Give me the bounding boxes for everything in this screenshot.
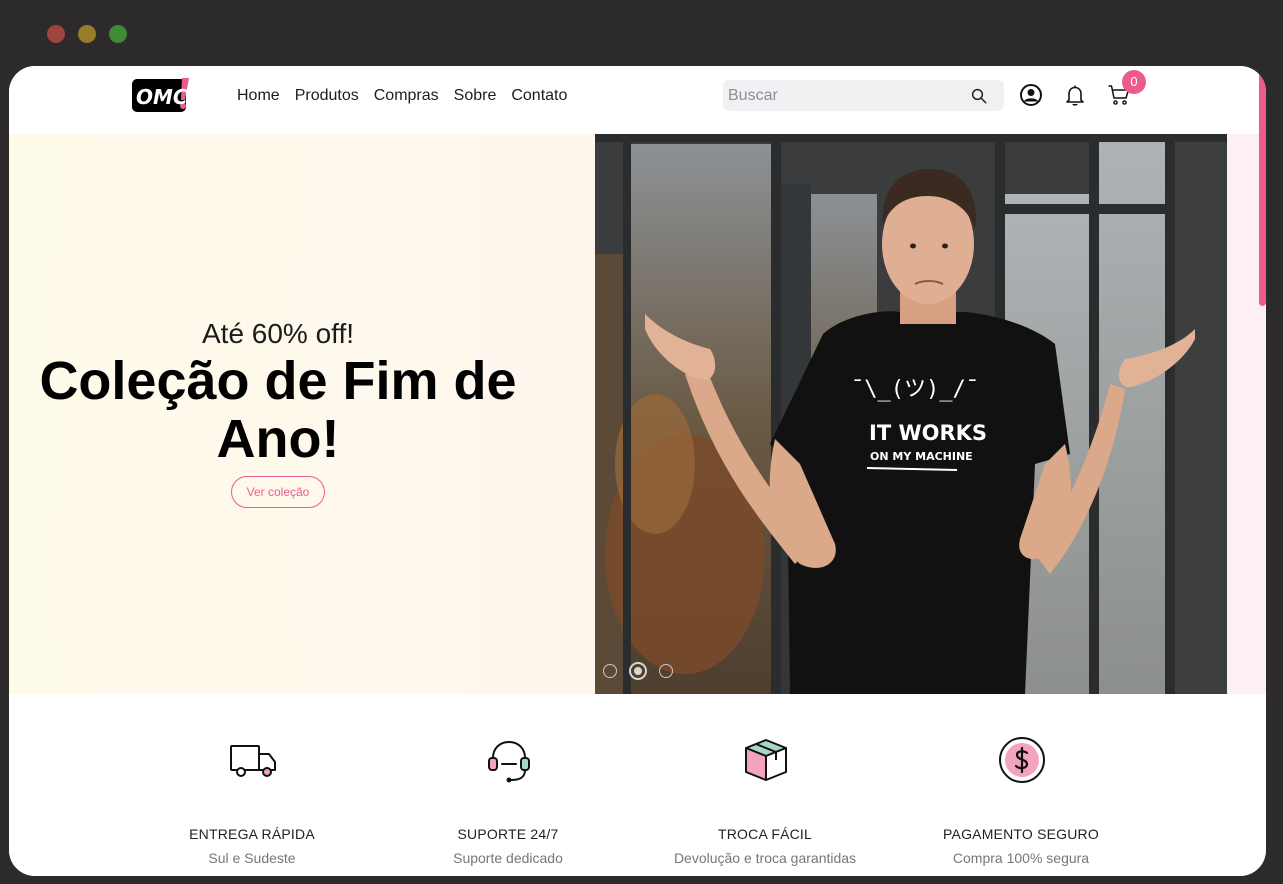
scrollbar-thumb[interactable]: [1259, 66, 1266, 306]
feature-title: SUPORTE 24/7: [457, 826, 559, 842]
feature-title: TROCA FÁCIL: [718, 826, 812, 842]
hero-text-block: Até 60% off! Coleção de Fim de Ano! Ver …: [9, 318, 547, 508]
feature-subtitle: Sul e Sudeste: [208, 850, 296, 866]
maximize-window-button[interactable]: [109, 25, 127, 43]
carousel-dot-1[interactable]: [603, 664, 617, 678]
hero-title: Coleção de Fim de Ano!: [39, 351, 517, 469]
window-controls: [47, 25, 127, 43]
nav-sobre[interactable]: Sobre: [454, 86, 497, 106]
svg-text:¯\_(ツ)_/¯: ¯\_(ツ)_/¯: [851, 377, 979, 402]
brand-logo[interactable]: OMC: [132, 78, 190, 112]
svg-text:ON MY MACHINE: ON MY MACHINE: [870, 450, 973, 463]
nav-home[interactable]: Home: [237, 86, 280, 106]
hero-image: ¯\_(ツ)_/¯ IT WORKS ON MY MACHINE: [595, 134, 1227, 694]
search-icon[interactable]: [970, 87, 988, 105]
page-viewport: OMC Home Produtos Compras Sobre Contato: [9, 66, 1266, 876]
browser-window: OMC Home Produtos Compras Sobre Contato: [0, 0, 1283, 884]
nav-compras[interactable]: Compras: [374, 86, 439, 106]
search-input[interactable]: [723, 80, 963, 111]
cart-count-badge: 0: [1122, 70, 1146, 94]
search-bar: [723, 80, 1004, 111]
dollar-coin-icon: [999, 737, 1045, 783]
box-icon: [745, 739, 787, 781]
close-window-button[interactable]: [47, 25, 65, 43]
nav-contato[interactable]: Contato: [511, 86, 567, 106]
feature-title: ENTREGA RÁPIDA: [189, 826, 315, 842]
user-circle-icon[interactable]: [1019, 83, 1043, 107]
nav-produtos[interactable]: Produtos: [295, 86, 359, 106]
minimize-window-button[interactable]: [78, 25, 96, 43]
main-navigation: Home Produtos Compras Sobre Contato: [237, 86, 567, 106]
svg-text:OMC: OMC: [136, 85, 188, 109]
headset-icon: [488, 740, 530, 783]
omc-logo-icon: OMC: [132, 78, 189, 112]
view-collection-button[interactable]: Ver coleção: [230, 476, 326, 508]
features-section: ENTREGA RÁPIDA Sul e Sudeste SUPORTE 24/…: [9, 694, 1266, 876]
hero-subtitle: Até 60% off!: [201, 318, 355, 349]
model-photo: ¯\_(ツ)_/¯ IT WORKS ON MY MACHINE: [595, 134, 1227, 694]
feature-title: PAGAMENTO SEGURO: [943, 826, 1099, 842]
feature-subtitle: Compra 100% segura: [952, 850, 1090, 866]
feature-subtitle: Suporte dedicado: [453, 850, 563, 866]
truck-icon: [230, 745, 276, 777]
site-header: OMC Home Produtos Compras Sobre Contato: [9, 66, 1266, 134]
bell-icon[interactable]: [1063, 83, 1087, 107]
svg-text:IT WORKS: IT WORKS: [869, 421, 987, 445]
carousel-dot-3[interactable]: [659, 664, 673, 678]
carousel-indicators: [603, 662, 673, 680]
carousel-dot-2[interactable]: [629, 662, 647, 680]
feature-subtitle: Devolução e troca garantidas: [673, 850, 857, 866]
